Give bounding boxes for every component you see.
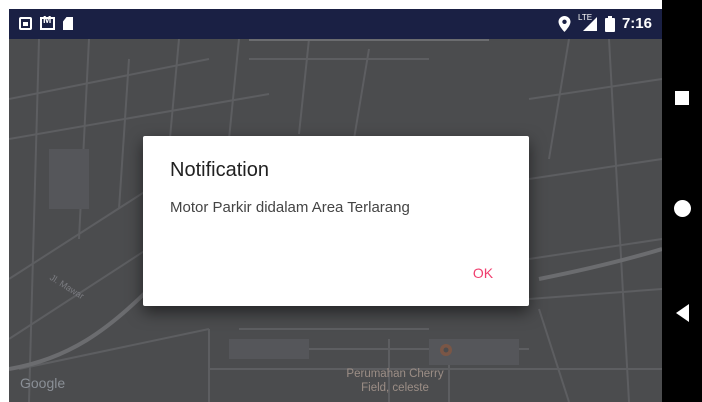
map-poi-marker[interactable] bbox=[440, 344, 452, 356]
navigation-bar bbox=[662, 0, 702, 402]
network-type-label: LTE bbox=[577, 12, 593, 22]
back-icon[interactable] bbox=[671, 302, 693, 324]
recents-icon[interactable] bbox=[671, 87, 693, 109]
notification-a-icon bbox=[19, 17, 32, 30]
clock: 7:16 bbox=[621, 15, 652, 32]
map-poi-label[interactable]: Perumahan Cherry Field, celeste bbox=[335, 367, 455, 395]
status-bar: LTE 7:16 bbox=[9, 9, 662, 39]
map-street-label: Jl. Mawar bbox=[48, 272, 86, 301]
status-bar-notifications bbox=[19, 15, 73, 30]
status-bar-system: LTE 7:16 bbox=[558, 12, 652, 32]
gmail-icon bbox=[40, 15, 55, 30]
signal-icon: LTE bbox=[577, 12, 598, 32]
notification-dialog: Notification Motor Parkir didalam Area T… bbox=[143, 136, 529, 306]
home-icon[interactable] bbox=[671, 197, 693, 219]
location-icon bbox=[558, 15, 571, 32]
sd-card-icon bbox=[63, 17, 73, 30]
dialog-title: Notification bbox=[170, 159, 269, 181]
device-screen: LTE 7:16 bbox=[9, 9, 662, 402]
ok-button[interactable]: OK bbox=[456, 255, 510, 291]
battery-icon bbox=[604, 15, 615, 32]
dialog-message: Motor Parkir didalam Area Terlarang bbox=[170, 199, 410, 216]
google-attribution[interactable]: Google bbox=[20, 375, 65, 391]
